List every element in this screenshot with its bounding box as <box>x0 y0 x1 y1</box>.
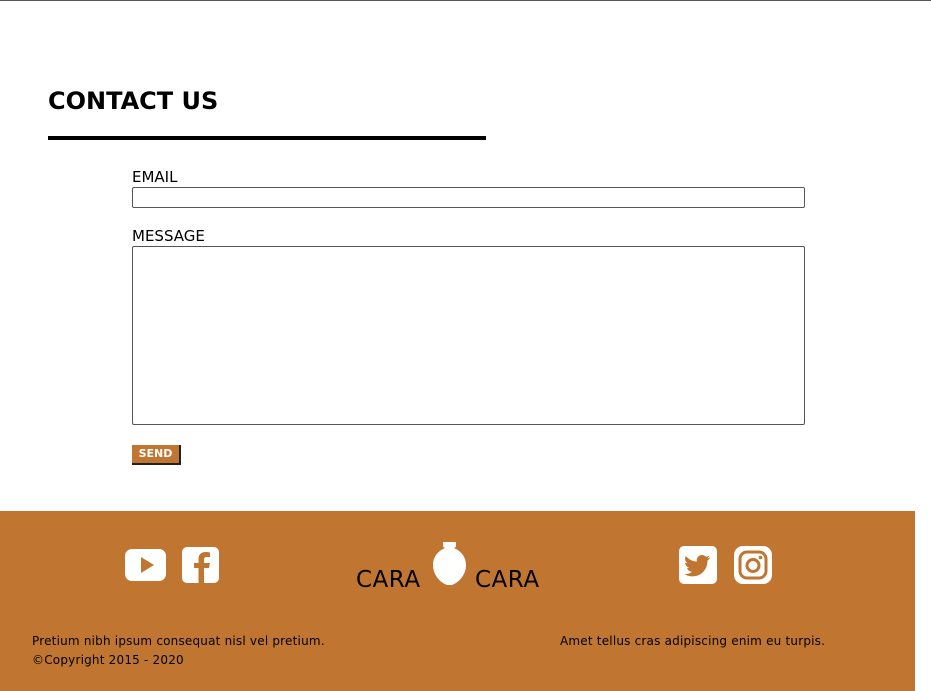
brand-word-left: CARA <box>356 567 421 593</box>
footer-copyright: ©Copyright 2015 - 2020 <box>32 653 184 667</box>
instagram-icon[interactable] <box>734 546 772 584</box>
page-title: CONTACT US <box>48 87 219 115</box>
footer-right-text: Amet tellus cras adipiscing enim eu turp… <box>560 634 826 648</box>
brand-logo: CARA CARA <box>356 541 546 593</box>
footer: CARA CARA Pretium nibh ipsum consequat n… <box>0 511 915 691</box>
brand-word-right: CARA <box>475 567 540 593</box>
footer-tagline: Pretium nibh ipsum consequat nisl vel pr… <box>32 634 325 648</box>
message-label: MESSAGE <box>132 227 205 245</box>
email-field[interactable] <box>132 187 805 208</box>
send-button[interactable]: SEND <box>132 445 181 465</box>
message-field[interactable] <box>132 246 805 425</box>
email-label: EMAIL <box>132 168 178 186</box>
title-underline <box>48 136 486 140</box>
vase-icon <box>432 541 467 586</box>
twitter-icon[interactable] <box>679 546 717 584</box>
youtube-icon[interactable] <box>124 547 167 583</box>
facebook-icon[interactable] <box>181 547 220 583</box>
top-divider <box>0 0 931 1</box>
contact-page: CONTACT US EMAIL MESSAGE SEND CARA CARA … <box>0 0 931 691</box>
